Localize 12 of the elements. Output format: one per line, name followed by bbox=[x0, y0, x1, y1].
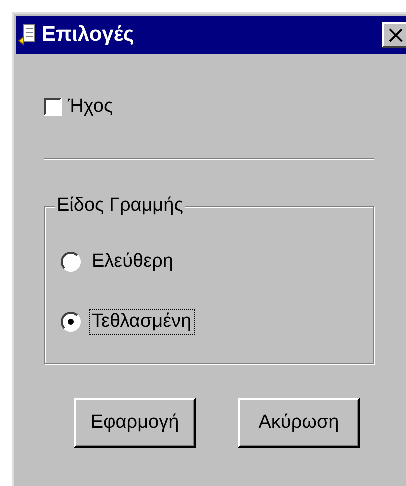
group-label: Είδος Γραμμής bbox=[55, 195, 186, 217]
close-button[interactable]: × bbox=[382, 22, 406, 48]
checkbox-label[interactable]: Ήχος bbox=[68, 96, 114, 118]
checkbox[interactable] bbox=[44, 98, 62, 116]
cancel-button[interactable]: Ακύρωση bbox=[238, 398, 360, 448]
document-icon bbox=[18, 24, 38, 46]
radio-label[interactable]: Τεθλασμένη bbox=[89, 309, 195, 335]
radio-button[interactable] bbox=[61, 252, 81, 272]
window-title: Επιλογές bbox=[42, 23, 136, 47]
apply-button[interactable]: Εφαρμογή bbox=[74, 398, 196, 448]
radio-label[interactable]: Ελεύθερη bbox=[89, 249, 176, 275]
radio-button[interactable] bbox=[61, 312, 81, 332]
